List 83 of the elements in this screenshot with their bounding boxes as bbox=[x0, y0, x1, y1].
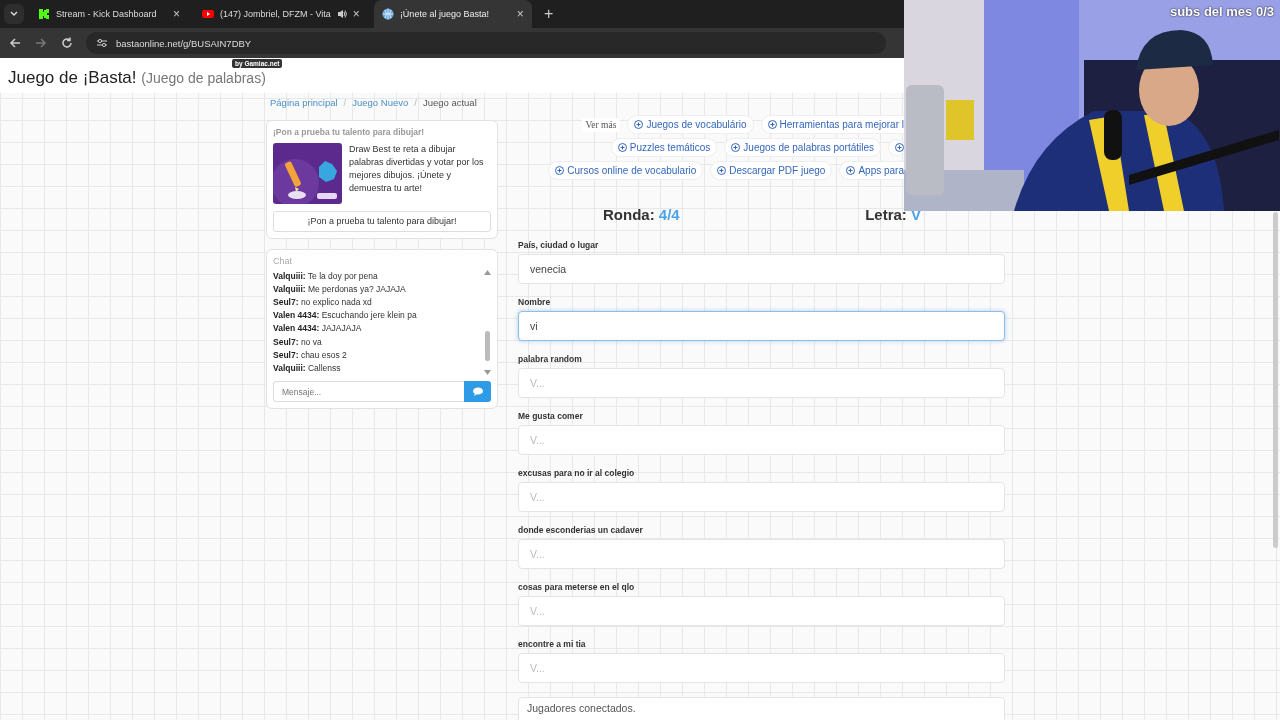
play-logo-icon bbox=[202, 8, 214, 20]
chat-message: Seul7: no explico nada xd bbox=[273, 295, 373, 309]
topic-chip[interactable]: Apps para bbox=[839, 161, 904, 180]
answer-field[interactable]: V... bbox=[518, 482, 1005, 512]
chevron-down-icon bbox=[10, 11, 18, 17]
plus-circle-icon bbox=[731, 143, 741, 152]
topic-chip[interactable]: Cursos online de vocabulario bbox=[548, 161, 704, 180]
tab-title: Stream - Kick Dashboard bbox=[56, 9, 158, 19]
field-label: Me gusta comer bbox=[518, 411, 584, 423]
promo-heading: ¡Pon a prueba tu talento para dibujar! bbox=[273, 127, 426, 137]
promo-button[interactable]: ¡Pon a prueba tu talento para dibujar! bbox=[273, 210, 491, 232]
back-icon[interactable] bbox=[8, 36, 22, 50]
breadcrumb-current: Juego actual bbox=[422, 97, 477, 108]
chat-bubble-icon bbox=[472, 387, 483, 397]
plus-circle-icon bbox=[895, 143, 904, 152]
answer-field[interactable]: venecia bbox=[518, 254, 1005, 284]
plus-circle-icon bbox=[767, 120, 777, 129]
round-value: 4/4 bbox=[658, 206, 680, 223]
promo-description: Draw Best te reta a dibujar palabras divertidas y votar por los mejores dibujos. ¡Únete y demuestra tu arte! bbox=[349, 143, 485, 195]
round-label: Ronda: bbox=[603, 206, 656, 223]
chat-title: Chat bbox=[273, 255, 293, 266]
browser-tab[interactable]: Stream - Kick Dashboard × bbox=[30, 0, 188, 28]
browser-tab[interactable]: ¡Únete al juego Basta! × bbox=[373, 0, 532, 28]
topic-chip[interactable] bbox=[888, 139, 904, 156]
forward-icon[interactable] bbox=[34, 36, 48, 50]
plus-circle-icon bbox=[717, 166, 727, 175]
send-button[interactable] bbox=[464, 381, 491, 403]
plus-circle-icon bbox=[555, 166, 565, 175]
field-label: País, ciudad o lugar bbox=[518, 240, 600, 252]
new-tab-button[interactable]: + bbox=[537, 5, 560, 23]
scroll-up-icon[interactable] bbox=[483, 269, 491, 275]
plus-circle-icon bbox=[617, 143, 627, 152]
breadcrumb-separator: / bbox=[343, 97, 347, 108]
plus-circle-icon bbox=[846, 166, 856, 175]
page-title: Juego de ¡Basta! (Juego de palabras) bbox=[8, 69, 266, 87]
site-settings-icon bbox=[96, 38, 108, 48]
topic-chip[interactable]: Juegos de palabras portátiles bbox=[724, 138, 881, 157]
chat-message: Valen 4434: JAJAJAJA bbox=[273, 322, 363, 336]
field-label: palabra random bbox=[518, 354, 583, 366]
chat-message: Valen 4434: Escuchando jere klein pa bbox=[273, 309, 418, 323]
answer-field[interactable]: V... bbox=[518, 596, 1005, 626]
browser-tab[interactable]: (147) Jombriel, DFZM - Vita × bbox=[194, 0, 368, 28]
chat-message: Valquiii: Callenss bbox=[273, 361, 342, 375]
field-label: Nombre bbox=[518, 297, 552, 309]
topic-chip[interactable]: Herramientas para mejorar l bbox=[760, 115, 904, 134]
message-field[interactable]: Mensaje... bbox=[273, 381, 464, 403]
breadcrumb-link[interactable]: Juego Nuevo bbox=[352, 97, 409, 108]
reload-icon[interactable] bbox=[60, 36, 74, 50]
field-label: encontre a mi tia bbox=[518, 639, 587, 651]
tab-title: (147) Jombriel, DFZM - Vita bbox=[220, 9, 331, 19]
topic-chip[interactable]: Juegos de vocabulário bbox=[627, 115, 754, 134]
players-panel: Jugadores conectados. bbox=[518, 697, 1005, 720]
breadcrumb-link[interactable]: Página principal bbox=[270, 97, 338, 108]
answer-field[interactable]: V... bbox=[518, 653, 1005, 683]
overlay-caption: subs del mes 0/3 bbox=[1169, 4, 1274, 19]
chat-message: Valquiii: Me perdonas ya? JAJAJA bbox=[273, 282, 407, 296]
see-more-label: Ver más bbox=[581, 117, 621, 132]
letter-label: Letra: bbox=[865, 206, 908, 223]
field-label: excusas para no ir al colegio bbox=[518, 468, 636, 480]
answer-field[interactable]: V... bbox=[518, 368, 1005, 398]
chat-message: Seul7: chau esos 2 bbox=[273, 348, 348, 362]
field-label: cosas para meterse en el qlo bbox=[518, 582, 636, 594]
topic-chip[interactable]: Puzzles temáticos bbox=[610, 138, 718, 157]
answer-field[interactable]: V... bbox=[518, 425, 1005, 455]
answer-field[interactable]: vi bbox=[518, 311, 1005, 341]
plus-circle-icon bbox=[634, 120, 644, 129]
breadcrumb-separator: / bbox=[414, 97, 417, 108]
address-field[interactable]: bastaonline.net/g/BUSAIN7DBY bbox=[86, 32, 886, 54]
globe-icon bbox=[381, 8, 394, 20]
topic-chip[interactable]: Descargar PDF juego bbox=[710, 161, 833, 180]
scrollbar-thumb[interactable] bbox=[484, 331, 490, 362]
scroll-down-icon[interactable] bbox=[483, 370, 491, 376]
kick-logo-icon bbox=[38, 8, 50, 20]
close-tab-button[interactable]: × bbox=[173, 7, 180, 21]
tab-menu-button[interactable] bbox=[4, 4, 24, 24]
field-label: donde esconderias un cadaver bbox=[518, 525, 644, 537]
chat-message: Valquiii: Te la doy por pena bbox=[273, 269, 379, 283]
chat-message: Seul7: no va bbox=[273, 335, 323, 349]
close-tab-button[interactable]: × bbox=[516, 7, 524, 21]
answer-field[interactable]: V... bbox=[518, 539, 1005, 569]
page-scrollbar[interactable] bbox=[1273, 212, 1278, 548]
close-tab-button[interactable]: × bbox=[352, 7, 360, 21]
tab-title: ¡Únete al juego Basta! bbox=[399, 9, 490, 19]
